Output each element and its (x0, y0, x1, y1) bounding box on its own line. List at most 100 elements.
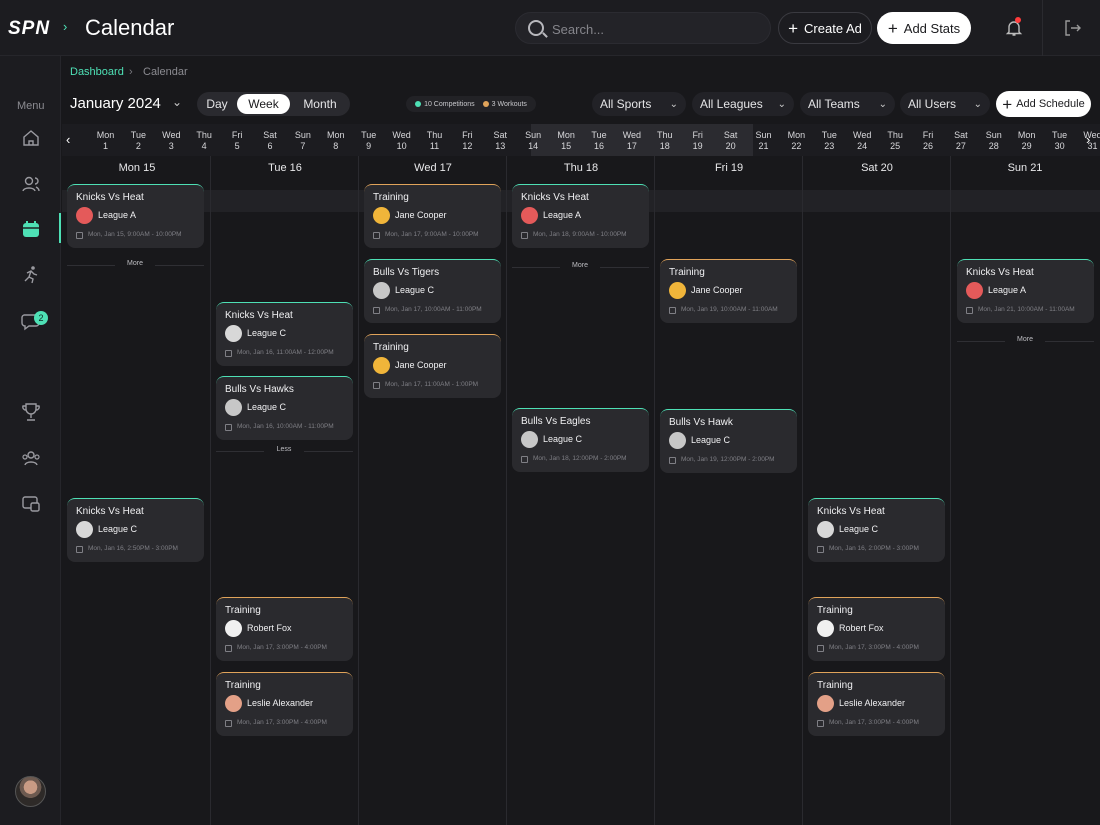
running-icon[interactable] (20, 264, 42, 286)
more-link[interactable]: More (560, 262, 600, 269)
date-cell[interactable]: Mon 1 (89, 130, 122, 152)
competition-card[interactable]: Knicks Vs Heat League C Mon, Jan 16, 2:00P… (808, 498, 945, 562)
date-cell[interactable]: Thu 4 (188, 130, 221, 152)
training-card[interactable]: Training Leslie Alexander Mon, Jan 17, 3:0… (808, 672, 945, 736)
competition-card[interactable]: Bulls Vs Hawks League C Mon, Jan 16, 10:00… (216, 376, 353, 440)
trophy-icon[interactable] (20, 401, 42, 423)
home-icon[interactable] (20, 127, 42, 149)
filter-sports[interactable]: All Sports ⌄ (592, 92, 686, 116)
month-selector-label[interactable]: January 2024 (70, 95, 161, 112)
calendar-icon[interactable] (20, 218, 42, 240)
calendar-icon (817, 720, 824, 727)
date-cell[interactable]: Sat 20 (714, 130, 747, 152)
view-week-button[interactable]: Week (237, 94, 290, 114)
competition-card[interactable]: Knicks Vs Heat League A Mon, Jan 18, 9:00A… (512, 184, 649, 248)
more-link[interactable]: More (1005, 336, 1045, 343)
training-card[interactable]: Training Jane Cooper Mon, Jan 17, 11:00AM … (364, 334, 501, 398)
date-cell[interactable]: Tue 30 (1043, 130, 1076, 152)
add-stats-button[interactable]: + Add Stats (877, 12, 971, 44)
date-cell[interactable]: Wed 17 (615, 130, 648, 152)
training-card[interactable]: Training Robert Fox Mon, Jan 17, 3:00PM - … (808, 597, 945, 661)
logout-icon[interactable] (1062, 18, 1082, 38)
date-cell[interactable]: Mon 8 (319, 130, 352, 152)
media-icon[interactable] (20, 493, 42, 515)
date-cell[interactable]: Fri 12 (451, 130, 484, 152)
team-icon[interactable] (20, 447, 42, 469)
less-link[interactable]: Less (264, 446, 304, 453)
calendar-icon (76, 232, 83, 239)
competition-card[interactable]: Bulls Vs Hawk League C Mon, Jan 19, 12:00P… (660, 409, 797, 473)
create-ad-label: Create Ad (804, 20, 862, 36)
training-card[interactable]: Training Jane Cooper Mon, Jan 17, 9:00AM -… (364, 184, 501, 248)
more-link[interactable]: More (115, 260, 155, 267)
training-card[interactable]: Training Jane Cooper Mon, Jan 19, 10:00AM … (660, 259, 797, 323)
training-card[interactable]: Training Leslie Alexander Mon, Jan 17, 3:0… (216, 672, 353, 736)
date-cell[interactable]: Mon 29 (1010, 130, 1043, 152)
active-indicator (59, 213, 61, 243)
competition-card[interactable]: Knicks Vs Heat League A Mon, Jan 15, 9:00A… (67, 184, 204, 248)
calendar-icon (373, 307, 380, 314)
competition-card[interactable]: Knicks Vs Heat League A Mon, Jan 21, 10:00… (957, 259, 1094, 323)
column-header: Sat 20 (861, 162, 893, 174)
date-cell[interactable]: Mon 15 (550, 130, 583, 152)
card-title: Bulls Vs Eagles (521, 416, 591, 427)
date-cell[interactable]: Sun 7 (286, 130, 319, 152)
view-month-button[interactable]: Month (295, 94, 345, 114)
date-number: 30 (1054, 141, 1065, 151)
user-avatar[interactable] (15, 776, 46, 807)
date-cell[interactable]: Thu 18 (648, 130, 681, 152)
chevron-left-icon[interactable]: ‹ (66, 132, 70, 147)
calendar-icon (521, 232, 528, 239)
date-cell[interactable]: Fri 19 (681, 130, 714, 152)
date-cell[interactable]: Sun 21 (747, 130, 780, 152)
breadcrumb-separator: › (129, 66, 133, 78)
competition-card[interactable]: Knicks Vs Heat League C Mon, Jan 16, 11:00… (216, 302, 353, 366)
date-cell[interactable]: Wed 24 (846, 130, 879, 152)
date-number: 8 (333, 141, 339, 151)
competition-card[interactable]: Bulls Vs Eagles League C Mon, Jan 18, 12:0… (512, 408, 649, 472)
card-title: Training (817, 680, 853, 691)
date-cell[interactable]: Sat 6 (254, 130, 287, 152)
plus-icon: + (887, 18, 898, 38)
date-weekday: Sat (954, 130, 968, 140)
column-divider (654, 156, 655, 825)
date-cell[interactable]: Wed 31 (1076, 130, 1100, 152)
competition-card[interactable]: Knicks Vs Heat League C Mon, Jan 16, 2:50P… (67, 498, 204, 562)
view-day-button[interactable]: Day (201, 94, 233, 114)
date-cell[interactable]: Wed 10 (385, 130, 418, 152)
create-ad-button[interactable]: + Create Ad (778, 12, 872, 44)
add-schedule-button[interactable]: + Add Schedule (996, 91, 1091, 117)
date-cell[interactable]: Mon 22 (780, 130, 813, 152)
date-number: 27 (955, 141, 966, 151)
app-logo[interactable]: SPN (8, 18, 50, 40)
date-cell[interactable]: Wed 3 (155, 130, 188, 152)
date-cell[interactable]: Sun 28 (977, 130, 1010, 152)
date-cell[interactable]: Fri 5 (221, 130, 254, 152)
filter-leagues[interactable]: All Leagues ⌄ (692, 92, 794, 116)
date-cell[interactable]: Tue 16 (583, 130, 616, 152)
date-cell[interactable]: Sun 14 (517, 130, 550, 152)
filter-teams[interactable]: All Teams ⌄ (800, 92, 895, 116)
chevron-down-icon[interactable]: ⌄ (172, 95, 182, 109)
competition-card[interactable]: Bulls Vs Tigers League C Mon, Jan 17, 10:0… (364, 259, 501, 323)
date-number: 29 (1021, 141, 1032, 151)
search-input[interactable] (552, 19, 752, 39)
date-weekday: Fri (692, 130, 703, 140)
training-card[interactable]: Training Robert Fox Mon, Jan 17, 3:00PM - … (216, 597, 353, 661)
bell-icon[interactable] (1004, 18, 1024, 38)
breadcrumb-dashboard[interactable]: Dashboard (70, 66, 124, 78)
date-cell[interactable]: Tue 23 (813, 130, 846, 152)
date-cell[interactable]: Fri 26 (912, 130, 945, 152)
date-cell[interactable]: Sat 13 (484, 130, 517, 152)
date-cell[interactable]: Thu 25 (879, 130, 912, 152)
search-icon (528, 20, 544, 36)
date-cell[interactable]: Thu 11 (418, 130, 451, 152)
filter-users[interactable]: All Users ⌄ (900, 92, 990, 116)
search-bar[interactable] (515, 12, 771, 44)
users-icon[interactable] (20, 173, 42, 195)
date-cell[interactable]: Tue 2 (122, 130, 155, 152)
date-cell[interactable]: Sat 27 (944, 130, 977, 152)
card-participant: League C (839, 524, 879, 534)
date-cell[interactable]: Tue 9 (352, 130, 385, 152)
date-weekday: Tue (821, 130, 837, 140)
